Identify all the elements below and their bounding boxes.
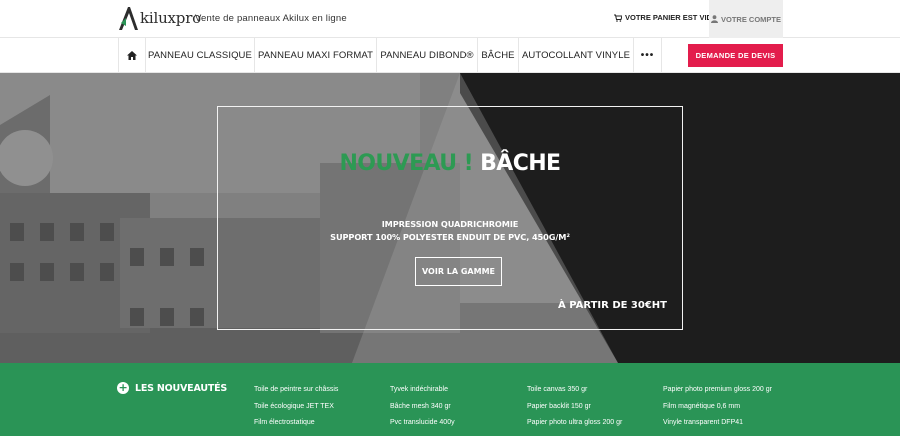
- nav-autocollant-vinyle[interactable]: AUTOCOLLANT VINYLE: [519, 38, 634, 72]
- new-products-title: LES NOUVEAUTÉS: [135, 382, 228, 394]
- nav-panneau-maxi-format[interactable]: PANNEAU MAXI FORMAT: [255, 38, 377, 72]
- new-product-link[interactable]: Papier photo ultra gloss 200 gr: [527, 415, 622, 432]
- hero-line-1: IMPRESSION QUADRICHROMIE: [381, 219, 519, 229]
- user-icon: [710, 15, 718, 23]
- hero-promo-box: NOUVEAU ! BÂCHE IMPRESSION QUADRICHROMIE…: [217, 106, 683, 330]
- cart-label: VOTRE PANIER EST VIDE: [625, 13, 717, 22]
- main-nav: PANNEAU CLASSIQUE PANNEAU MAXI FORMAT PA…: [0, 38, 900, 73]
- account-label: VOTRE COMPTE: [720, 14, 781, 24]
- top-bar: kiluxpro Vente de panneaux Akilux en lig…: [0, 0, 900, 38]
- cart-link[interactable]: VOTRE PANIER EST VIDE: [614, 13, 717, 22]
- hero-description: IMPRESSION QUADRICHROMIE SUPPORT 100% PO…: [218, 218, 682, 244]
- new-product-link[interactable]: Papier backlit 150 gr: [527, 399, 622, 416]
- new-product-link[interactable]: Toile canvas 350 gr: [527, 382, 622, 399]
- hero-title-product: BÂCHE: [480, 151, 561, 176]
- site-tagline: Vente de panneaux Akilux en ligne: [195, 13, 347, 24]
- logo-text: kiluxpro: [140, 9, 202, 27]
- new-product-link[interactable]: Bâche mesh 340 gr: [390, 399, 455, 416]
- quote-request-button[interactable]: DEMANDE DE DEVIS: [688, 44, 783, 67]
- site-logo[interactable]: kiluxpro: [117, 4, 201, 32]
- new-products-section: + LES NOUVEAUTÉS Toile de peintre sur ch…: [0, 363, 900, 436]
- new-product-link[interactable]: Tyvek indéchirable: [390, 382, 455, 399]
- logo-a-mark: [119, 7, 138, 30]
- nav-panneau-classique[interactable]: PANNEAU CLASSIQUE: [146, 38, 255, 72]
- hero-banner: NOUVEAU ! BÂCHE IMPRESSION QUADRICHROMIE…: [0, 73, 900, 363]
- new-product-link[interactable]: Vinyle transparent DFP41: [663, 415, 772, 432]
- home-icon: [127, 50, 137, 60]
- new-product-link[interactable]: Pvc translucide 400y: [390, 415, 455, 432]
- new-products-heading: + LES NOUVEAUTÉS: [117, 382, 227, 394]
- new-product-link[interactable]: Toile écologique JET TEX: [254, 399, 338, 416]
- new-product-link[interactable]: Film magnétique 0,6 mm: [663, 399, 772, 416]
- new-products-column-3: Toile canvas 350 gr Papier backlit 150 g…: [527, 382, 622, 432]
- hero-line-2: SUPPORT 100% POLYESTER ENDUIT DE PVC, 45…: [330, 232, 570, 242]
- nav-home[interactable]: [119, 38, 146, 72]
- nav-more-button[interactable]: •••: [634, 38, 662, 72]
- new-products-column-2: Tyvek indéchirable Bâche mesh 340 gr Pvc…: [390, 382, 455, 432]
- hero-title-new: NOUVEAU !: [339, 151, 474, 176]
- plus-circle-icon: +: [117, 381, 129, 394]
- see-range-button[interactable]: VOIR LA GAMME: [415, 257, 502, 286]
- new-product-link[interactable]: Papier photo premium gloss 200 gr: [663, 382, 772, 399]
- new-products-column-1: Toile de peintre sur châssis Toile écolo…: [254, 382, 338, 432]
- cart-icon: [614, 14, 622, 22]
- hero-title: NOUVEAU ! BÂCHE: [218, 151, 682, 176]
- hero-price: À PARTIR DE 30€HT: [557, 300, 667, 311]
- nav-bache[interactable]: BÂCHE: [478, 38, 519, 72]
- new-product-link[interactable]: Film électrostatique: [254, 415, 338, 432]
- account-button[interactable]: VOTRE COMPTE: [709, 0, 783, 38]
- nav-panneau-dibond[interactable]: PANNEAU DIBOND®: [377, 38, 478, 72]
- new-product-link[interactable]: Toile de peintre sur châssis: [254, 382, 338, 399]
- new-products-column-4: Papier photo premium gloss 200 gr Film m…: [663, 382, 772, 432]
